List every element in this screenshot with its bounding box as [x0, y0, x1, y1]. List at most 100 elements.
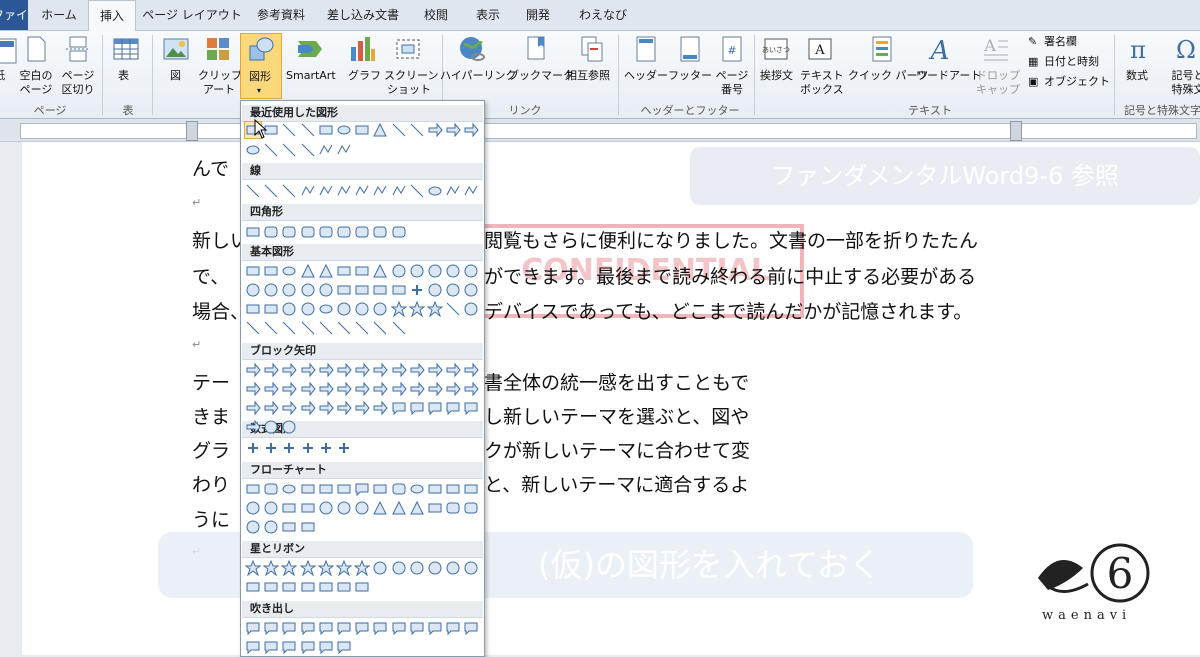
shape-option[interactable] — [336, 620, 352, 636]
shape-option[interactable] — [336, 142, 352, 158]
shape-option[interactable] — [463, 183, 479, 199]
shape-option[interactable] — [263, 440, 279, 456]
shape-option[interactable] — [445, 263, 461, 279]
tab-home[interactable]: ホーム — [34, 0, 84, 30]
shape-option[interactable] — [263, 620, 279, 636]
shape-option[interactable] — [445, 122, 461, 138]
shape-option[interactable] — [263, 282, 279, 298]
shape-option[interactable] — [336, 440, 352, 456]
shape-option[interactable] — [318, 362, 334, 378]
shape-option[interactable] — [409, 500, 425, 516]
shape-option[interactable] — [427, 362, 443, 378]
shape-option[interactable] — [427, 263, 443, 279]
shape-option[interactable] — [372, 301, 388, 317]
shape-option[interactable] — [427, 183, 443, 199]
shape-option[interactable] — [318, 301, 334, 317]
shape-option[interactable] — [263, 301, 279, 317]
shape-option[interactable] — [372, 481, 388, 497]
shape-option[interactable] — [354, 183, 370, 199]
tab-insert[interactable]: 挿入 — [88, 0, 136, 32]
shape-option[interactable] — [281, 579, 297, 595]
shape-option[interactable] — [354, 362, 370, 378]
shape-option[interactable] — [391, 560, 407, 576]
shape-option[interactable] — [281, 560, 298, 576]
shape-option[interactable] — [300, 362, 316, 378]
shape-option[interactable] — [245, 579, 261, 595]
shape-option[interactable] — [300, 320, 316, 336]
shape-option[interactable] — [281, 224, 297, 240]
shape-option[interactable] — [281, 639, 297, 655]
shape-option[interactable] — [318, 620, 334, 636]
shape-option[interactable] — [336, 183, 352, 199]
shape-option[interactable] — [372, 224, 388, 240]
shape-option[interactable] — [263, 639, 279, 655]
shape-option[interactable] — [263, 320, 279, 336]
shape-option[interactable] — [463, 500, 479, 516]
shape-option[interactable] — [445, 381, 461, 397]
shape-option[interactable] — [354, 301, 370, 317]
shape-option[interactable] — [409, 183, 425, 199]
shape-option[interactable] — [427, 560, 443, 576]
ruler-indent-marker[interactable] — [186, 121, 198, 141]
shape-option[interactable] — [372, 362, 389, 378]
shape-option[interactable] — [281, 381, 298, 397]
shape-option[interactable] — [354, 122, 370, 138]
shape-option[interactable] — [463, 620, 479, 636]
shape-option[interactable] — [354, 481, 370, 497]
shape-option[interactable] — [372, 500, 388, 516]
shape-option[interactable] — [463, 122, 480, 138]
shape-option[interactable] — [336, 282, 352, 298]
shape-option[interactable] — [263, 263, 279, 279]
shape-option[interactable] — [427, 282, 443, 298]
shape-option[interactable] — [336, 560, 352, 576]
shape-option[interactable] — [245, 481, 261, 497]
shape-option[interactable] — [336, 301, 352, 317]
shape-option[interactable] — [300, 639, 316, 655]
shape-option[interactable] — [409, 400, 425, 416]
shape-option[interactable] — [409, 263, 425, 279]
shape-option[interactable] — [391, 362, 407, 378]
shape-option[interactable] — [391, 183, 407, 199]
shape-option[interactable] — [336, 122, 352, 138]
shape-option[interactable] — [463, 400, 479, 416]
shape-option[interactable] — [245, 500, 261, 516]
shape-option[interactable] — [318, 282, 334, 298]
shape-option[interactable] — [372, 122, 388, 138]
shape-option[interactable] — [245, 519, 261, 535]
shape-option[interactable] — [318, 639, 334, 655]
shape-option[interactable] — [300, 142, 316, 158]
shape-option[interactable] — [300, 440, 316, 456]
shape-option[interactable] — [318, 381, 334, 397]
shape-option[interactable] — [372, 282, 388, 298]
shape-option[interactable] — [300, 282, 316, 298]
shape-option[interactable] — [299, 560, 316, 576]
tab-page-layout[interactable]: ページ レイアウト — [140, 0, 244, 30]
shape-option[interactable] — [463, 282, 479, 298]
shape-option[interactable] — [409, 122, 425, 138]
shape-option[interactable] — [336, 263, 352, 279]
shape-option[interactable] — [427, 122, 443, 138]
shape-option[interactable] — [427, 381, 443, 397]
shape-option[interactable] — [409, 381, 425, 397]
shape-option[interactable] — [409, 560, 425, 576]
shape-option[interactable] — [336, 224, 352, 240]
shape-option[interactable] — [463, 362, 480, 378]
shape-option[interactable] — [445, 400, 461, 416]
shape-option[interactable] — [318, 500, 334, 516]
shape-option[interactable] — [318, 481, 334, 497]
shape-option[interactable] — [427, 620, 443, 636]
shape-option[interactable] — [391, 224, 407, 240]
shape-option[interactable] — [300, 620, 316, 636]
shape-option[interactable] — [409, 282, 425, 298]
shape-option[interactable] — [281, 263, 297, 279]
shape-option[interactable] — [245, 301, 261, 317]
shape-option[interactable] — [245, 381, 261, 397]
shape-option[interactable] — [463, 560, 479, 576]
shape-option[interactable] — [318, 142, 334, 158]
shape-option[interactable] — [391, 400, 407, 416]
shape-option[interactable] — [245, 440, 261, 456]
tab-review[interactable]: 校閲 — [414, 0, 458, 30]
tab-mailings[interactable]: 差し込み文書 — [318, 0, 408, 30]
shape-option[interactable] — [391, 620, 407, 636]
shape-option[interactable] — [336, 381, 352, 397]
